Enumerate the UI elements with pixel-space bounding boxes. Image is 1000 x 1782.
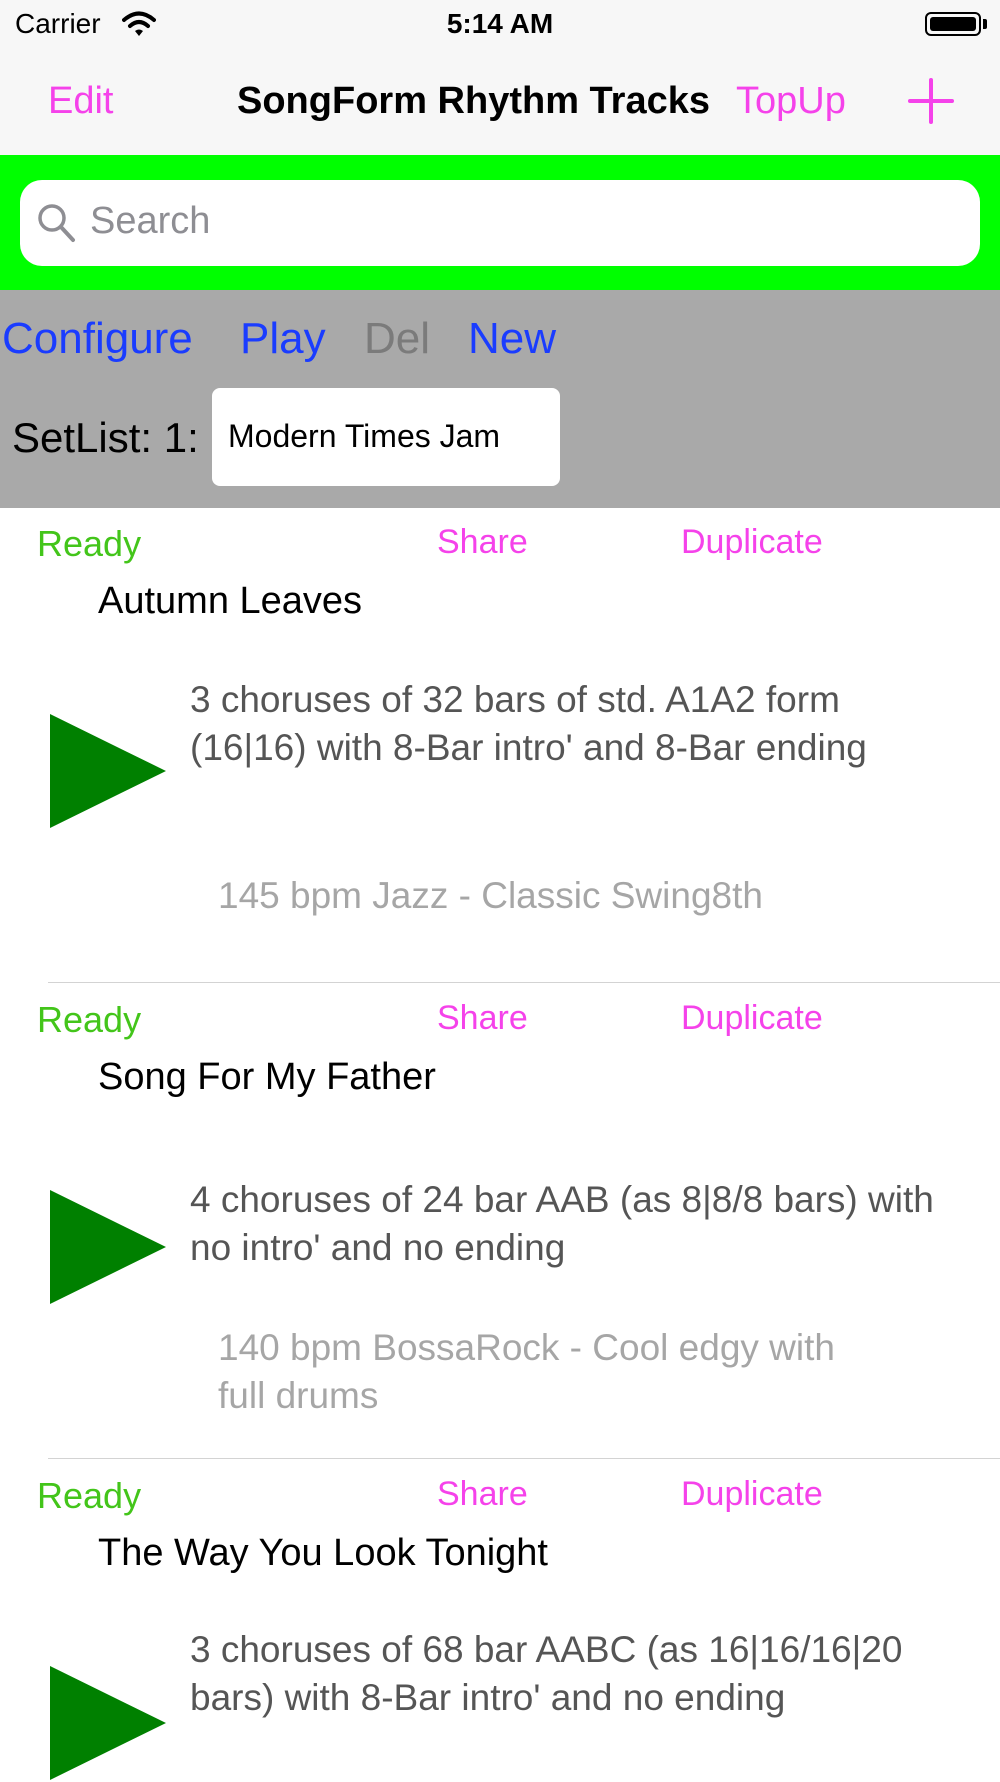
play-button[interactable]: Play [240,314,326,364]
play-icon[interactable] [48,1188,168,1306]
duplicate-button[interactable]: Duplicate [681,999,823,1038]
song-title: Song For My Father [98,1056,436,1098]
configure-button[interactable]: Configure [2,314,193,364]
new-button[interactable]: New [468,314,556,364]
topup-button[interactable]: TopUp [736,80,846,123]
play-icon[interactable] [48,1664,168,1782]
search-icon [38,204,75,242]
song-status: Ready [37,999,142,1040]
setlist-name-value: Modern Times Jam [228,418,501,454]
setlist-label: SetList: 1: [12,414,199,461]
row-separator [48,982,1000,983]
delete-button[interactable]: Del [364,314,430,364]
status-time: 5:14 AM [446,8,554,39]
song-description: 3 choruses of 68 bar AABC (as 16|16/16|2… [190,1629,903,1718]
duplicate-button[interactable]: Duplicate [681,1475,823,1514]
song-status: Ready [37,523,142,564]
share-button[interactable]: Share [437,1475,528,1514]
duplicate-button[interactable]: Duplicate [681,523,823,562]
page-title: SongForm Rhythm Tracks [237,80,710,122]
song-tempo: 145 bpm Jazz - Classic Swing8th [218,875,763,916]
song-title: The Way You Look Tonight [98,1532,548,1574]
song-title: Autumn Leaves [98,580,363,622]
battery-cap [983,19,987,29]
search-placeholder: Search [90,200,211,242]
song-tempo: 140 bpm BossaRock - Cool edgy with full … [218,1327,835,1416]
share-button[interactable]: Share [437,523,528,562]
edit-button[interactable]: Edit [48,80,113,123]
row-separator [48,1458,1000,1459]
share-button[interactable]: Share [437,999,528,1038]
song-description: 4 choruses of 24 bar AAB (as 8|8/8 bars)… [190,1179,934,1268]
play-icon[interactable] [48,712,168,830]
plus-icon[interactable] [906,76,956,126]
song-status: Ready [37,1475,142,1516]
song-description: 3 choruses of 32 bars of std. A1A2 form … [190,679,867,768]
battery-icon [925,12,981,36]
